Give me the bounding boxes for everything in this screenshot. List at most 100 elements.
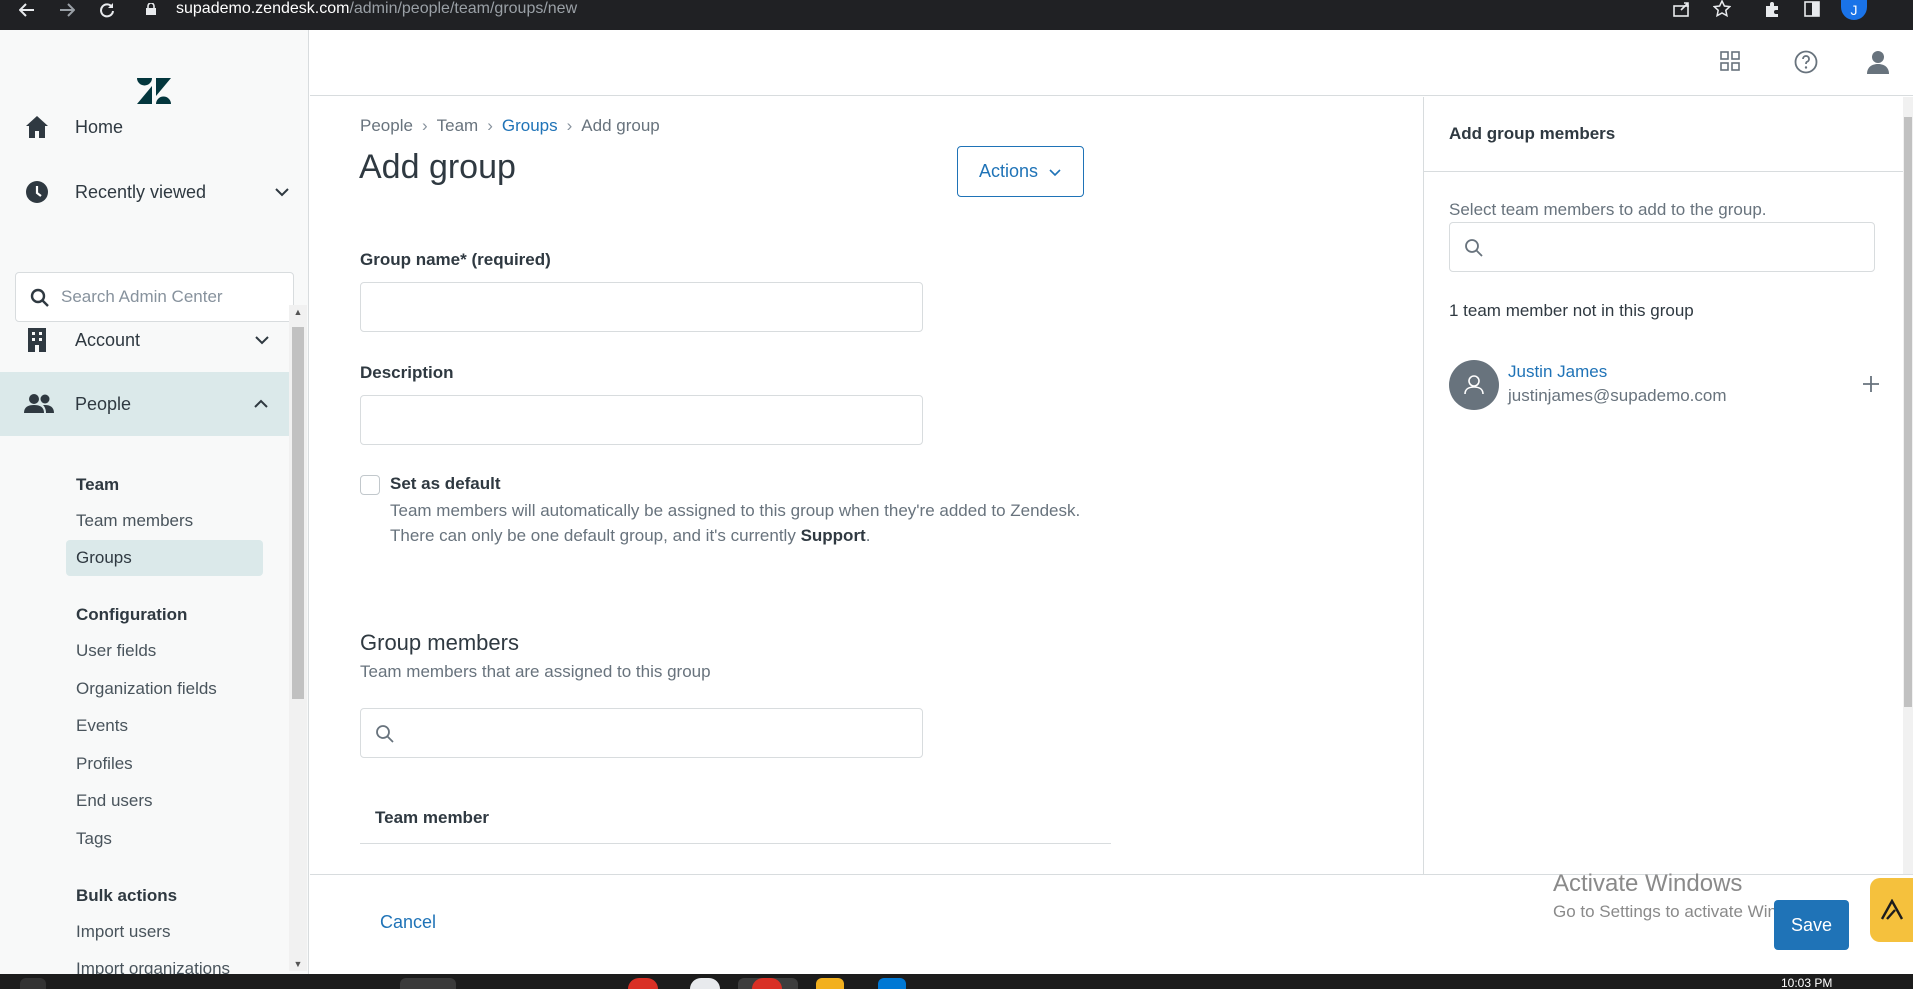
list-item: Justin James justinjames@supademo.com xyxy=(1449,360,1885,414)
chevron-down-icon xyxy=(274,184,290,200)
taskbar-clock: 10:03 PM xyxy=(1781,976,1833,990)
nav-home-label: Home xyxy=(75,116,124,137)
default-hint-prefix: There can only be one default group, and… xyxy=(390,526,801,545)
share-icon[interactable] xyxy=(1671,0,1693,18)
start-icon[interactable] xyxy=(20,978,46,989)
member-name[interactable]: Justin James xyxy=(1508,362,1607,382)
search-icon xyxy=(375,724,395,744)
scroll-up-icon[interactable]: ▲ xyxy=(293,307,303,317)
sidebar-item-profiles[interactable]: Profiles xyxy=(76,754,133,774)
browser-profile-avatar[interactable]: J xyxy=(1841,0,1867,20)
description-field[interactable] xyxy=(360,395,923,445)
taskbar-app[interactable] xyxy=(816,978,844,989)
taskbar-app[interactable] xyxy=(628,978,658,989)
nav-account-label: Account xyxy=(75,329,141,350)
page-title: Add group xyxy=(359,148,516,186)
products-grid-icon[interactable] xyxy=(1719,50,1745,76)
user-profile-icon[interactable] xyxy=(1867,50,1893,76)
people-icon xyxy=(24,391,54,417)
group-members-subtitle: Team members that are assigned to this g… xyxy=(360,662,711,681)
reload-icon[interactable] xyxy=(92,0,122,20)
set-default-label[interactable]: Set as default xyxy=(390,474,501,494)
set-default-checkbox[interactable] xyxy=(360,475,380,495)
nav-recently-viewed[interactable]: Recently viewed xyxy=(0,160,290,224)
default-hint-line2: There can only be one default group, and… xyxy=(390,526,870,546)
side-panel-icon[interactable] xyxy=(1801,0,1823,18)
sidebar-item-end-users[interactable]: End users xyxy=(76,791,153,811)
sidebar-scrollbar[interactable]: ▲ ▼ xyxy=(289,305,307,971)
chevron-down-icon xyxy=(254,332,270,348)
taskbar-app[interactable] xyxy=(878,978,906,989)
admin-sidebar: Home Recently viewed Account People xyxy=(0,30,309,974)
add-group-members-panel: Add group members Select team members to… xyxy=(1423,97,1904,874)
sidebar-item-tags[interactable]: Tags xyxy=(76,829,112,849)
sidebar-item-import-users[interactable]: Import users xyxy=(76,922,170,942)
forward-icon[interactable] xyxy=(52,0,82,20)
default-group-name: Support xyxy=(800,526,866,545)
taskbar-app[interactable] xyxy=(690,978,720,989)
extensions-icon[interactable] xyxy=(1761,0,1783,18)
sidebar-scroll-thumb[interactable] xyxy=(292,327,304,699)
address-bar[interactable]: supademo.zendesk.com/admin/people/team/g… xyxy=(176,0,577,18)
avatar xyxy=(1449,360,1499,410)
windows-taskbar: 10:03 PM xyxy=(0,974,1913,990)
sidebar-item-import-organizations[interactable]: Import organizations xyxy=(76,959,230,974)
home-icon xyxy=(24,114,50,140)
sidebar-item-organization-fields[interactable]: Organization fields xyxy=(76,679,217,699)
panel-title: Add group members xyxy=(1449,124,1616,143)
nav-people[interactable]: People xyxy=(0,372,289,436)
description-label: Description xyxy=(360,363,454,382)
bookmark-star-icon[interactable] xyxy=(1711,0,1733,18)
group-name-field[interactable] xyxy=(360,282,923,332)
assistant-launcher-icon[interactable] xyxy=(1870,878,1913,942)
breadcrumb-team[interactable]: Team xyxy=(437,116,479,136)
top-header xyxy=(310,30,1913,96)
sidebar-item-events[interactable]: Events xyxy=(76,716,128,736)
column-team-member: Team member xyxy=(375,808,490,827)
taskbar-app[interactable] xyxy=(752,978,782,989)
url-path: /admin/people/team/groups/new xyxy=(349,0,578,17)
panel-search-field[interactable] xyxy=(1449,222,1875,272)
scroll-down-icon[interactable]: ▼ xyxy=(293,959,303,969)
actions-button[interactable]: Actions xyxy=(957,146,1084,197)
actions-button-label: Actions xyxy=(978,161,1039,181)
panel-divider xyxy=(1424,171,1904,172)
bulk-actions-heading: Bulk actions xyxy=(76,886,178,905)
nav-account[interactable]: Account xyxy=(0,308,290,372)
browser-toolbar: supademo.zendesk.com/admin/people/team/g… xyxy=(0,0,1913,30)
chevron-right-icon: › xyxy=(487,116,493,135)
search-icon xyxy=(1464,238,1484,258)
group-members-title: Group members xyxy=(360,630,519,655)
cancel-button[interactable]: Cancel xyxy=(380,912,436,933)
default-hint-suffix: . xyxy=(865,526,871,545)
building-icon xyxy=(24,327,50,353)
members-table-header: Team member xyxy=(360,800,1111,844)
chevron-down-icon xyxy=(1048,167,1062,177)
group-name-label: Group name* (required) xyxy=(360,250,551,269)
taskbar-app[interactable] xyxy=(400,978,456,989)
admin-search-input[interactable] xyxy=(61,285,281,309)
sidebar-item-team-members[interactable]: Team members xyxy=(76,511,193,531)
search-icon xyxy=(30,288,50,308)
lock-icon xyxy=(140,0,162,18)
breadcrumb-people[interactable]: People xyxy=(360,116,413,136)
sidebar-item-user-fields[interactable]: User fields xyxy=(76,641,156,661)
save-button[interactable]: Save xyxy=(1774,900,1849,950)
sidebar-item-groups[interactable]: Groups xyxy=(66,540,263,576)
nav-recently-viewed-label: Recently viewed xyxy=(75,181,207,202)
add-member-plus-icon[interactable] xyxy=(1859,372,1883,396)
help-icon[interactable] xyxy=(1794,50,1820,76)
page-scrollbar[interactable] xyxy=(1903,97,1913,874)
default-hint-line1: Team members will automatically be assig… xyxy=(390,501,1081,520)
group-members-search-field[interactable] xyxy=(360,708,923,758)
back-icon[interactable] xyxy=(12,0,42,20)
panel-hint: Select team members to add to the group. xyxy=(1449,200,1767,219)
nav-home[interactable]: Home xyxy=(0,95,290,159)
breadcrumb-groups[interactable]: Groups xyxy=(502,116,558,136)
member-email: justinjames@supademo.com xyxy=(1508,386,1727,405)
breadcrumb-add-group: Add group xyxy=(581,116,660,135)
activate-windows-title: Activate Windows xyxy=(1553,870,1743,897)
members-count: 1 team member not in this group xyxy=(1449,301,1694,320)
page-scroll-thumb[interactable] xyxy=(1904,117,1912,707)
nav-people-label: People xyxy=(75,393,132,414)
